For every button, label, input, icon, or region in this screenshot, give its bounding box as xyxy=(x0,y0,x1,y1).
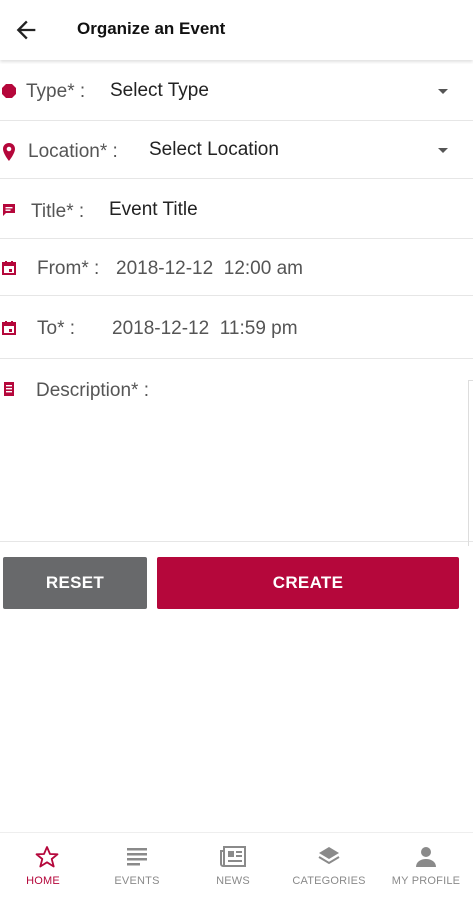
from-field[interactable]: From* : 2018-12-12 12:00 am xyxy=(0,239,473,296)
nav-profile[interactable]: MY PROFILE xyxy=(379,833,473,901)
dot-icon xyxy=(2,84,16,98)
description-field[interactable]: Description* : xyxy=(0,359,473,542)
from-label: From* : xyxy=(37,258,100,279)
nav-profile-label: MY PROFILE xyxy=(391,875,461,887)
description-label: Description* : xyxy=(36,380,149,401)
star-icon xyxy=(35,846,59,868)
message-icon xyxy=(3,204,15,216)
back-button[interactable] xyxy=(12,16,40,44)
chevron-down-icon[interactable] xyxy=(437,88,449,96)
app-bar: Organize an Event xyxy=(0,0,473,60)
calendar-icon xyxy=(2,261,16,275)
location-field[interactable]: Location* : Select Location xyxy=(0,121,473,179)
nav-events-label: EVENTS xyxy=(114,875,160,887)
type-select-value[interactable]: Select Type xyxy=(110,80,209,102)
layers-icon xyxy=(318,847,340,865)
create-button[interactable]: CREATE xyxy=(157,557,459,609)
location-select-value[interactable]: Select Location xyxy=(149,139,279,161)
document-icon xyxy=(4,382,14,396)
title-input[interactable]: Event Title xyxy=(109,199,198,221)
title-label: Title* : xyxy=(31,201,85,222)
nav-news[interactable]: NEWS xyxy=(186,833,280,901)
bottom-navigation: HOME EVENTS NEWS CATEGORIES MY PROFILE xyxy=(0,832,473,901)
nav-categories-label: CATEGORIES xyxy=(292,875,366,887)
to-field[interactable]: To* : 2018-12-12 11:59 pm xyxy=(0,296,473,359)
nav-home[interactable]: HOME xyxy=(0,833,94,901)
nav-news-label: NEWS xyxy=(216,875,250,887)
arrow-left-icon xyxy=(16,20,36,40)
page-title: Organize an Event xyxy=(77,19,226,38)
description-scrollbar[interactable] xyxy=(468,380,473,546)
person-icon xyxy=(416,847,436,867)
type-label: Type* : xyxy=(26,81,86,102)
location-label: Location* : xyxy=(28,141,118,162)
title-field[interactable]: Title* : Event Title xyxy=(0,179,473,239)
calendar-icon xyxy=(2,321,16,335)
reset-button[interactable]: RESET xyxy=(3,557,147,609)
nav-categories[interactable]: CATEGORIES xyxy=(282,833,376,901)
nav-home-label: HOME xyxy=(26,875,60,887)
list-icon xyxy=(127,848,147,866)
to-datetime-value[interactable]: 2018-12-12 11:59 pm xyxy=(112,318,298,340)
type-field[interactable]: Type* : Select Type xyxy=(0,64,473,121)
from-datetime-value[interactable]: 2018-12-12 12:00 am xyxy=(116,258,303,280)
chevron-down-icon[interactable] xyxy=(437,147,449,155)
nav-events[interactable]: EVENTS xyxy=(90,833,184,901)
map-pin-icon xyxy=(3,143,15,161)
newspaper-icon xyxy=(220,846,246,867)
to-label: To* : xyxy=(37,318,76,339)
